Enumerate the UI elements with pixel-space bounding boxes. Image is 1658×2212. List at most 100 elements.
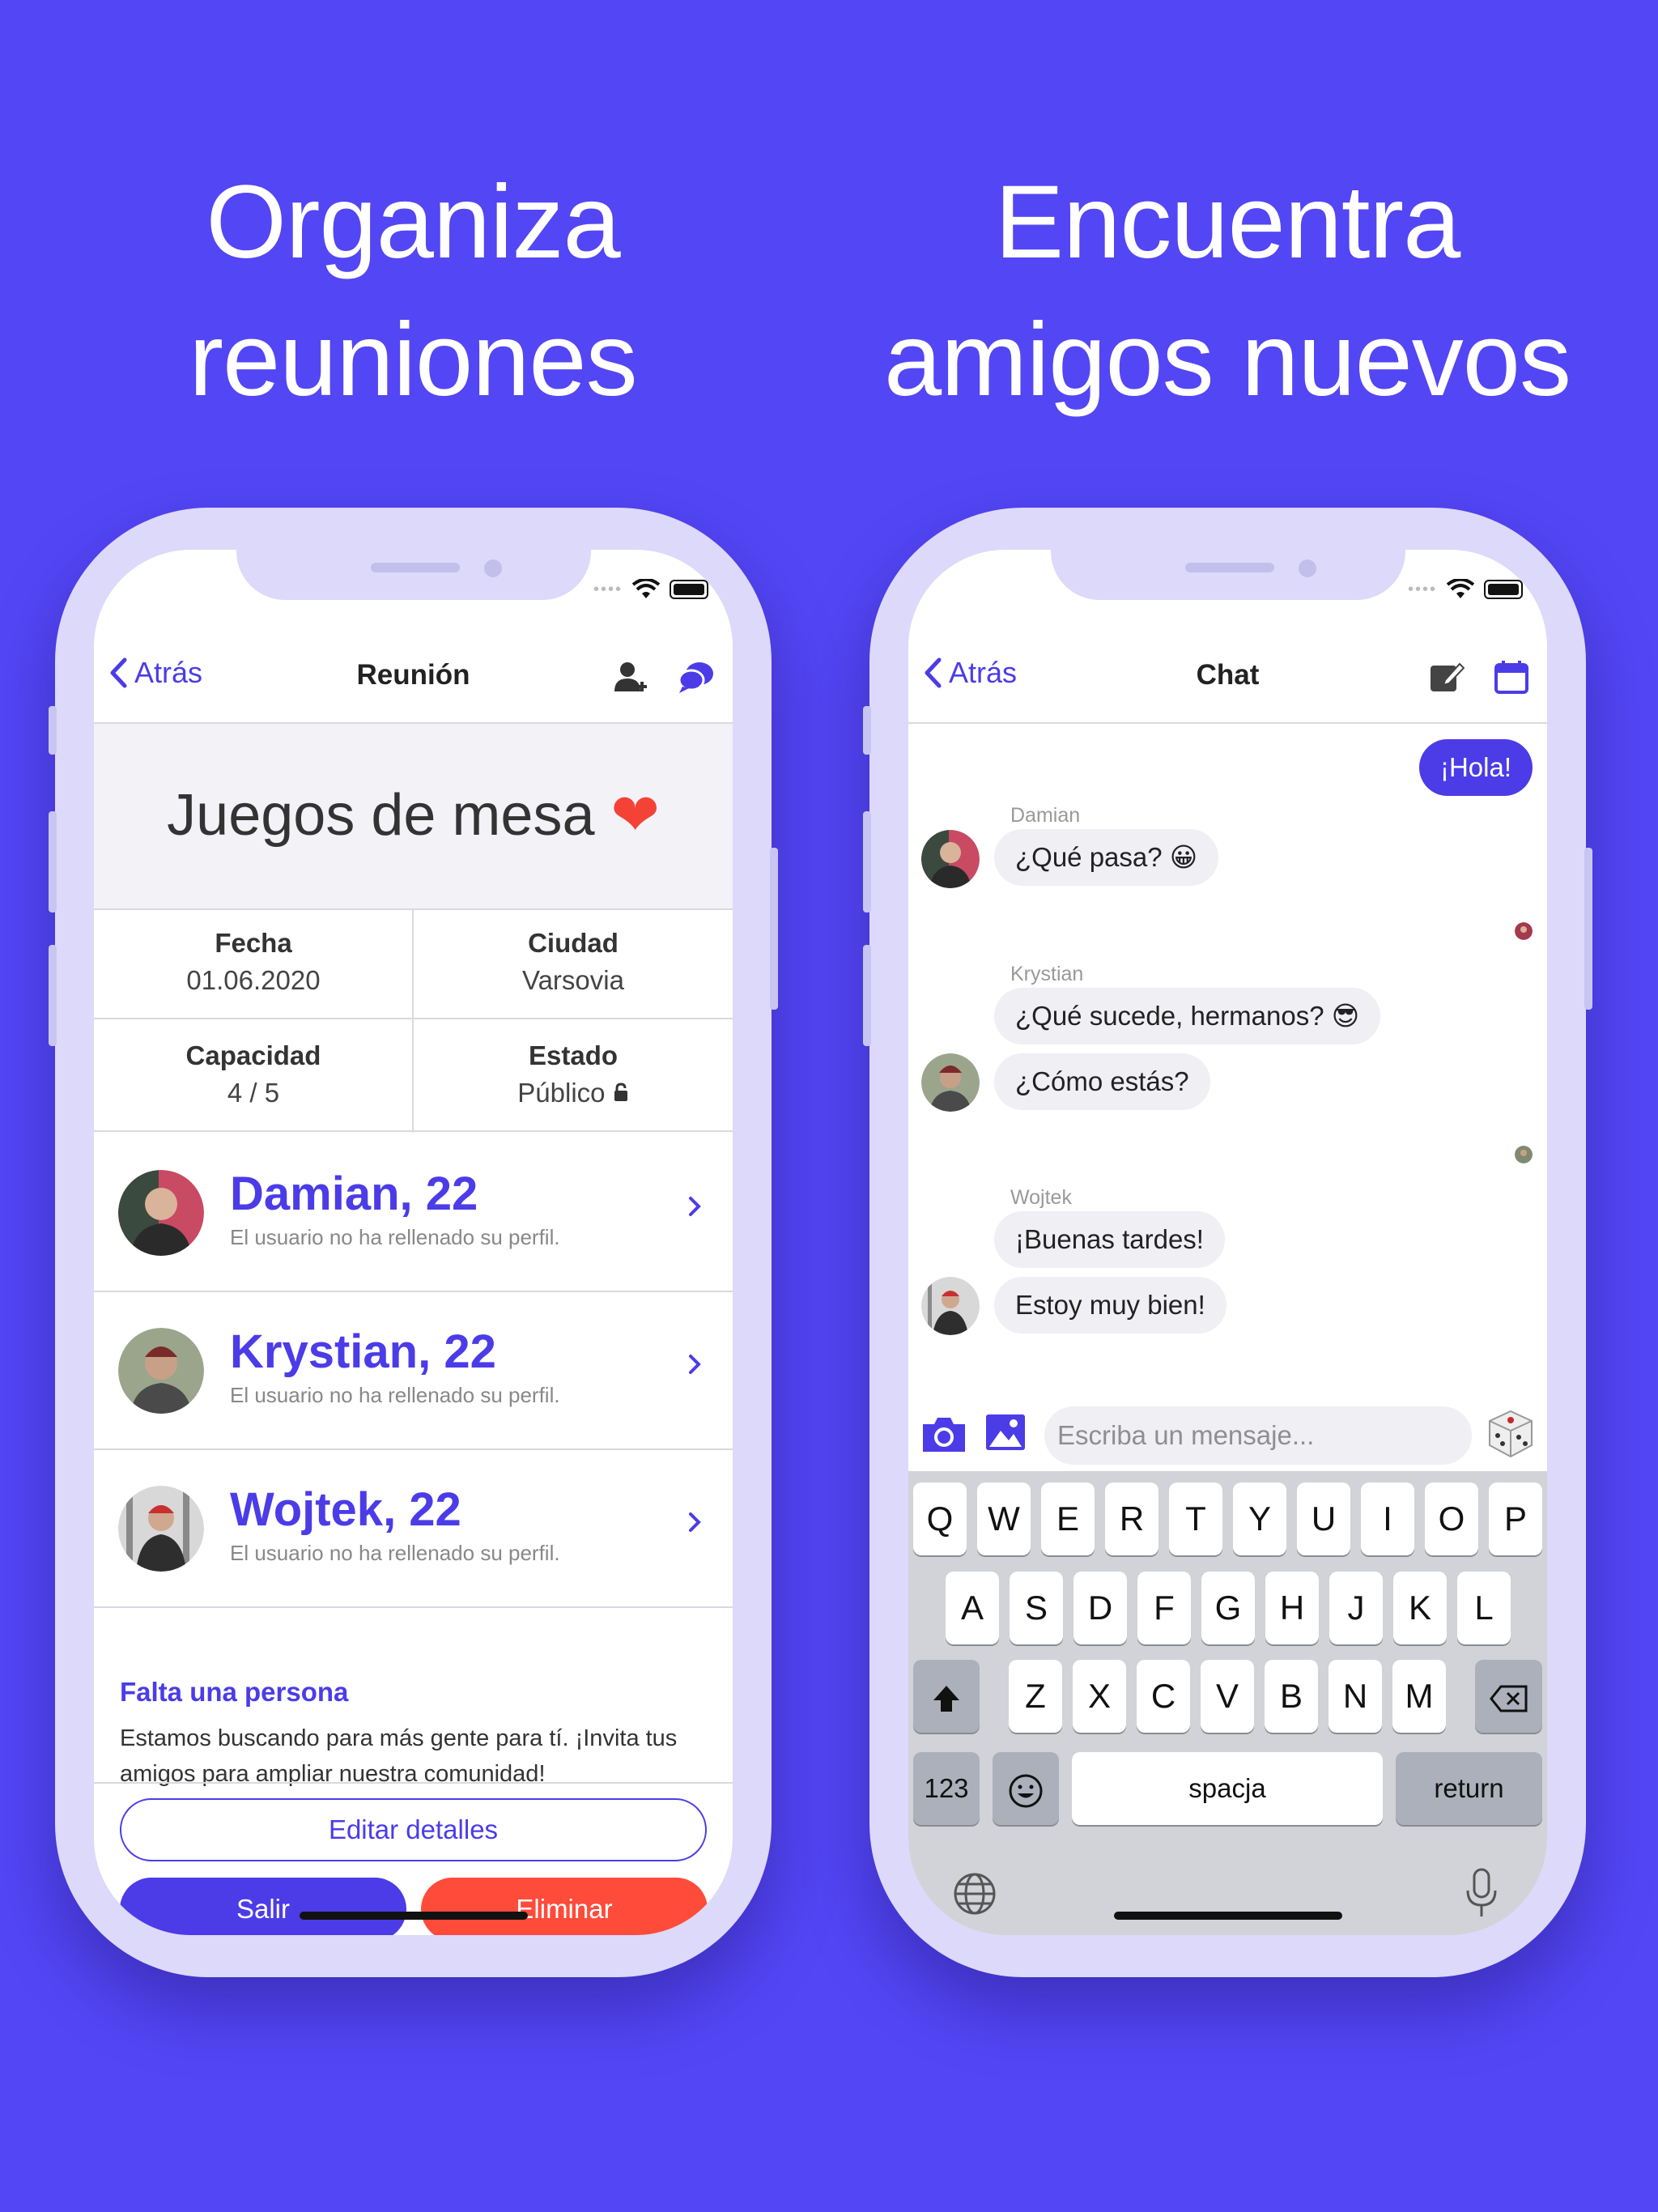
- add-user-icon[interactable]: [613, 659, 648, 695]
- back-label: Atrás: [134, 656, 203, 689]
- calendar-icon[interactable]: [1494, 659, 1529, 695]
- member-row[interactable]: Damian, 22 El usuario no ha rellenado su…: [94, 1134, 733, 1292]
- key-m[interactable]: M: [1392, 1660, 1446, 1733]
- chevron-right-icon: [689, 1197, 701, 1216]
- back-button[interactable]: Atrás: [108, 656, 202, 690]
- key-y[interactable]: Y: [1233, 1482, 1286, 1555]
- battery-icon: [670, 580, 708, 599]
- key-t[interactable]: T: [1169, 1482, 1222, 1555]
- key-l[interactable]: L: [1457, 1572, 1511, 1644]
- edit-details-button[interactable]: Editar detalles: [120, 1798, 707, 1861]
- member-name: Damian, 22: [230, 1168, 478, 1220]
- event-title-text: Juegos de mesa: [167, 783, 595, 848]
- side-button: [49, 945, 57, 1046]
- key-z[interactable]: Z: [1009, 1660, 1062, 1733]
- message-bubble-incoming[interactable]: Estoy muy bien!: [994, 1277, 1226, 1334]
- info-label: Fecha: [215, 928, 292, 958]
- message-input[interactable]: [1044, 1406, 1472, 1465]
- key-backspace[interactable]: [1475, 1660, 1542, 1733]
- member-row[interactable]: Krystian, 22 El usuario no ha rellenado …: [94, 1292, 733, 1450]
- read-receipt-avatar: [1515, 922, 1533, 940]
- wifi-icon: [632, 579, 660, 598]
- missing-title: Falta una persona: [120, 1677, 349, 1707]
- key-n[interactable]: N: [1329, 1660, 1382, 1733]
- chevron-left-icon: [925, 657, 942, 688]
- message-bubble-incoming[interactable]: ¿Qué pasa? 😀: [994, 829, 1219, 886]
- key-s[interactable]: S: [1010, 1572, 1063, 1644]
- key-b[interactable]: B: [1265, 1660, 1318, 1733]
- back-button[interactable]: Atrás: [923, 656, 1017, 690]
- info-label: Estado: [528, 1040, 619, 1070]
- key-p[interactable]: P: [1489, 1482, 1542, 1555]
- chat-bubbles-icon[interactable]: [678, 659, 715, 695]
- member-subtitle: El usuario no ha rellenado su perfil.: [230, 1383, 560, 1407]
- edit-icon[interactable]: [1429, 659, 1465, 695]
- signal-icon: ••••: [1407, 580, 1437, 598]
- avatar: [921, 1277, 980, 1335]
- keyboard: QWERTYUIOP ASDFGHJKL ZXCVBNM 123 spacja …: [908, 1471, 1547, 1935]
- key-q[interactable]: Q: [913, 1482, 967, 1555]
- headline-right: Encuentra amigos nuevos: [823, 154, 1632, 429]
- key-o[interactable]: O: [1425, 1482, 1478, 1555]
- navbar: Atrás Chat: [908, 635, 1547, 724]
- key-numbers[interactable]: 123: [913, 1752, 980, 1825]
- key-d[interactable]: D: [1073, 1572, 1127, 1644]
- side-button: [49, 811, 57, 912]
- navbar: Atrás Reunión: [94, 635, 733, 724]
- info-status: Estado Público: [414, 1021, 733, 1132]
- info-city: Ciudad Varsovia: [414, 908, 733, 1019]
- key-a[interactable]: A: [946, 1572, 999, 1644]
- key-w[interactable]: W: [977, 1482, 1031, 1555]
- info-label: Capacidad: [185, 1040, 321, 1070]
- image-icon[interactable]: [984, 1411, 1027, 1453]
- key-u[interactable]: U: [1297, 1482, 1350, 1555]
- avatar: [921, 1053, 980, 1112]
- dice-icon[interactable]: [1485, 1408, 1537, 1460]
- camera-icon[interactable]: [920, 1411, 968, 1457]
- avatar: [118, 1328, 204, 1414]
- phone-frame-right: •••• Atrás Chat ¡Hola! Damian ¿Qué pasa?…: [863, 508, 1592, 1977]
- notch: [1051, 550, 1405, 600]
- message-bubble-incoming[interactable]: ¿Cómo estás?: [994, 1053, 1210, 1110]
- delete-button[interactable]: Eliminar: [421, 1878, 708, 1935]
- key-g[interactable]: G: [1201, 1572, 1255, 1644]
- key-h[interactable]: H: [1265, 1572, 1319, 1644]
- key-return[interactable]: return: [1396, 1752, 1542, 1825]
- microphone-icon[interactable]: [1464, 1868, 1499, 1920]
- home-indicator[interactable]: [1114, 1912, 1342, 1920]
- key-e[interactable]: E: [1041, 1482, 1095, 1555]
- key-f[interactable]: F: [1137, 1572, 1191, 1644]
- lock-icon: [614, 1083, 627, 1101]
- key-c[interactable]: C: [1137, 1660, 1190, 1733]
- back-label: Atrás: [949, 656, 1018, 689]
- key-emoji[interactable]: [993, 1752, 1059, 1825]
- leave-button[interactable]: Salir: [120, 1878, 406, 1935]
- message-bubble-outgoing[interactable]: ¡Hola!: [1418, 739, 1533, 796]
- event-header: Juegos de mesa ❤: [94, 724, 733, 910]
- message-bubble-incoming[interactable]: ¡Buenas tardes!: [994, 1211, 1225, 1268]
- message-bubble-incoming[interactable]: ¿Qué sucede, hermanos? 😎: [994, 988, 1381, 1044]
- member-row[interactable]: Wojtek, 22 El usuario no ha rellenado su…: [94, 1450, 733, 1608]
- key-i[interactable]: I: [1361, 1482, 1414, 1555]
- key-shift[interactable]: [913, 1660, 980, 1733]
- globe-icon[interactable]: [952, 1871, 997, 1916]
- grid-divider: [412, 908, 414, 1133]
- headline-left: Organiza reuniones: [8, 154, 818, 429]
- sender-name: Damian: [1010, 804, 1081, 827]
- side-button: [863, 945, 871, 1046]
- key-j[interactable]: J: [1329, 1572, 1383, 1644]
- key-k[interactable]: K: [1393, 1572, 1447, 1644]
- sender-name: Wojtek: [1010, 1186, 1072, 1209]
- info-value: 4 / 5: [227, 1078, 280, 1108]
- screen-chat: •••• Atrás Chat ¡Hola! Damian ¿Qué pasa?…: [908, 550, 1547, 1935]
- key-r[interactable]: R: [1105, 1482, 1158, 1555]
- key-x[interactable]: X: [1073, 1660, 1126, 1733]
- headline-line: Organiza: [206, 164, 620, 280]
- speaker: [1185, 563, 1274, 572]
- member-subtitle: El usuario no ha rellenado su perfil.: [230, 1541, 560, 1565]
- side-button: [863, 811, 871, 912]
- key-space[interactable]: spacja: [1072, 1752, 1383, 1825]
- key-v[interactable]: V: [1201, 1660, 1254, 1733]
- home-indicator[interactable]: [300, 1912, 528, 1920]
- missing-text: Estamos buscando para más gente para tí.…: [120, 1725, 678, 1787]
